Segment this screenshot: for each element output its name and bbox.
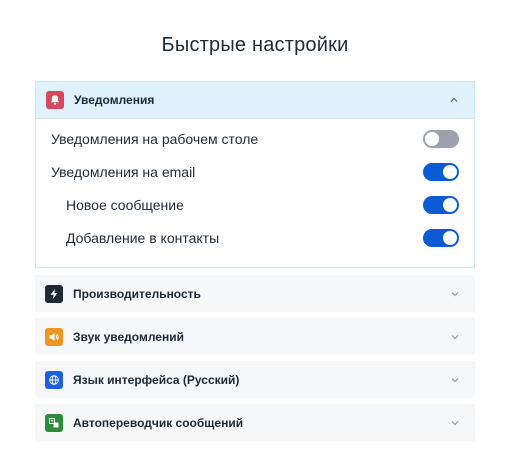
chevron-down-icon[interactable]: [448, 287, 462, 301]
interface-language-section-header[interactable]: Язык интерфейса (Русский): [35, 361, 475, 398]
desktop-notifications-label: Уведомления на рабочем столе: [51, 130, 259, 147]
contact-added-toggle[interactable]: [423, 228, 459, 247]
notifications-section-header[interactable]: Уведомления: [36, 82, 474, 119]
auto-translator-section[interactable]: Автопереводчик сообщений: [35, 404, 475, 441]
globe-icon: [45, 370, 63, 389]
performance-section[interactable]: Производительность: [35, 275, 475, 312]
contact-added-row: Добавление в контакты: [36, 221, 474, 254]
new-message-toggle[interactable]: [423, 195, 459, 214]
email-notifications-toggle[interactable]: [423, 162, 459, 181]
notification-sound-section[interactable]: Звук уведомлений: [35, 318, 475, 355]
page-title: Быстрые настройки: [161, 34, 349, 56]
notification-sound-section-header[interactable]: Звук уведомлений: [35, 318, 475, 355]
email-notifications-label: Уведомления на email: [51, 163, 196, 180]
chevron-down-icon[interactable]: [448, 416, 462, 430]
desktop-notifications-toggle[interactable]: [423, 129, 459, 148]
desktop-notifications-row: Уведомления на рабочем столе: [36, 122, 474, 155]
chevron-up-icon[interactable]: [447, 93, 461, 107]
performance-section-label: Производительность: [73, 286, 201, 301]
notifications-section-label: Уведомления: [74, 93, 155, 107]
chevron-down-icon[interactable]: [448, 373, 462, 387]
lightning-icon: [45, 284, 63, 303]
new-message-row: Новое сообщение: [36, 188, 474, 221]
speaker-icon: [45, 327, 63, 346]
new-message-label: Новое сообщение: [66, 196, 184, 213]
notification-sound-section-label: Звук уведомлений: [73, 329, 184, 344]
notifications-panel: Уведомления Уведомления на рабочем столе…: [35, 81, 475, 268]
email-notifications-row: Уведомления на email: [36, 155, 474, 188]
contact-added-label: Добавление в контакты: [66, 229, 220, 246]
auto-translator-section-label: Автопереводчик сообщений: [73, 415, 244, 430]
interface-language-section[interactable]: Язык интерфейса (Русский): [35, 361, 475, 398]
performance-section-header[interactable]: Производительность: [35, 275, 475, 312]
translate-icon: [45, 413, 63, 432]
auto-translator-section-header[interactable]: Автопереводчик сообщений: [35, 404, 475, 441]
bell-icon: [46, 91, 64, 109]
chevron-down-icon[interactable]: [448, 330, 462, 344]
interface-language-section-label: Язык интерфейса (Русский): [73, 372, 240, 387]
